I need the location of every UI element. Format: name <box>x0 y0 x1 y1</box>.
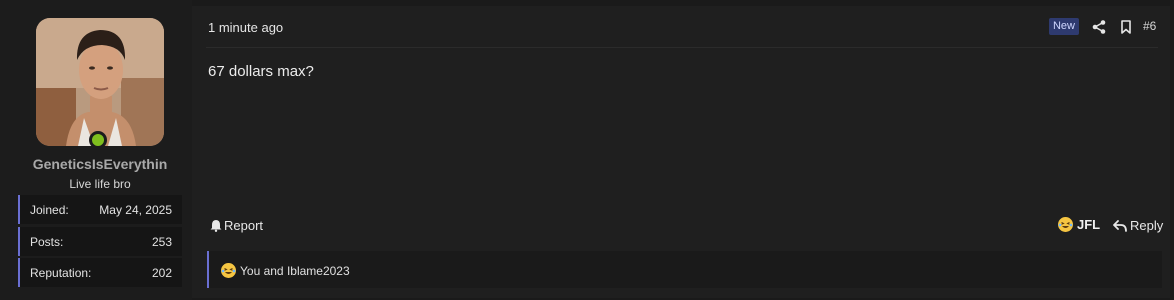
post-main: 1 minute ago New #6 67 dollars max? Repo… <box>192 6 1170 298</box>
bell-icon <box>210 220 222 232</box>
online-status-indicator <box>89 131 107 149</box>
user-cell: GeneticsIsEverythin Live life bro Joined… <box>0 0 192 300</box>
post-timestamp[interactable]: 1 minute ago <box>208 20 283 35</box>
stat-value: May 24, 2025 <box>99 203 172 217</box>
stat-label: Posts: <box>30 235 64 249</box>
stat-posts: Posts: 253 <box>18 227 182 256</box>
stat-label: Joined: <box>30 203 69 217</box>
avatar-image <box>36 18 164 146</box>
reaction-label: JFL <box>1077 217 1101 232</box>
stat-value: 253 <box>151 235 172 249</box>
report-button[interactable]: Report <box>210 218 263 233</box>
laughing-emoji-icon <box>221 263 236 278</box>
reply-arrow-icon <box>1113 219 1127 232</box>
user-title: Live life bro <box>69 177 131 191</box>
stat-value: 202 <box>151 266 172 280</box>
reaction-button[interactable]: JFL <box>1058 217 1100 232</box>
forum-post: GeneticsIsEverythin Live life bro Joined… <box>0 0 1174 300</box>
reply-button[interactable]: Reply <box>1113 218 1163 233</box>
reactions-summary[interactable]: You and Iblame2023 <box>207 251 1162 288</box>
header-divider <box>206 47 1158 48</box>
report-label: Report <box>224 218 264 233</box>
new-badge: New <box>1049 18 1079 35</box>
stat-reputation: Reputation: 202 <box>18 258 182 287</box>
bookmark-icon[interactable] <box>1118 19 1134 35</box>
username[interactable]: GeneticsIsEverythin <box>0 156 200 172</box>
post-message: 67 dollars max? <box>208 63 314 80</box>
stat-label: Reputation: <box>30 266 92 280</box>
avatar[interactable] <box>36 18 164 146</box>
stat-joined: Joined: May 24, 2025 <box>18 195 182 224</box>
reply-label: Reply <box>1130 218 1164 233</box>
laughing-emoji-icon <box>1058 217 1073 232</box>
reactions-summary-text: You and Iblame2023 <box>240 263 350 278</box>
share-icon[interactable] <box>1091 19 1107 35</box>
post-number-link[interactable]: #6 <box>1143 19 1156 33</box>
